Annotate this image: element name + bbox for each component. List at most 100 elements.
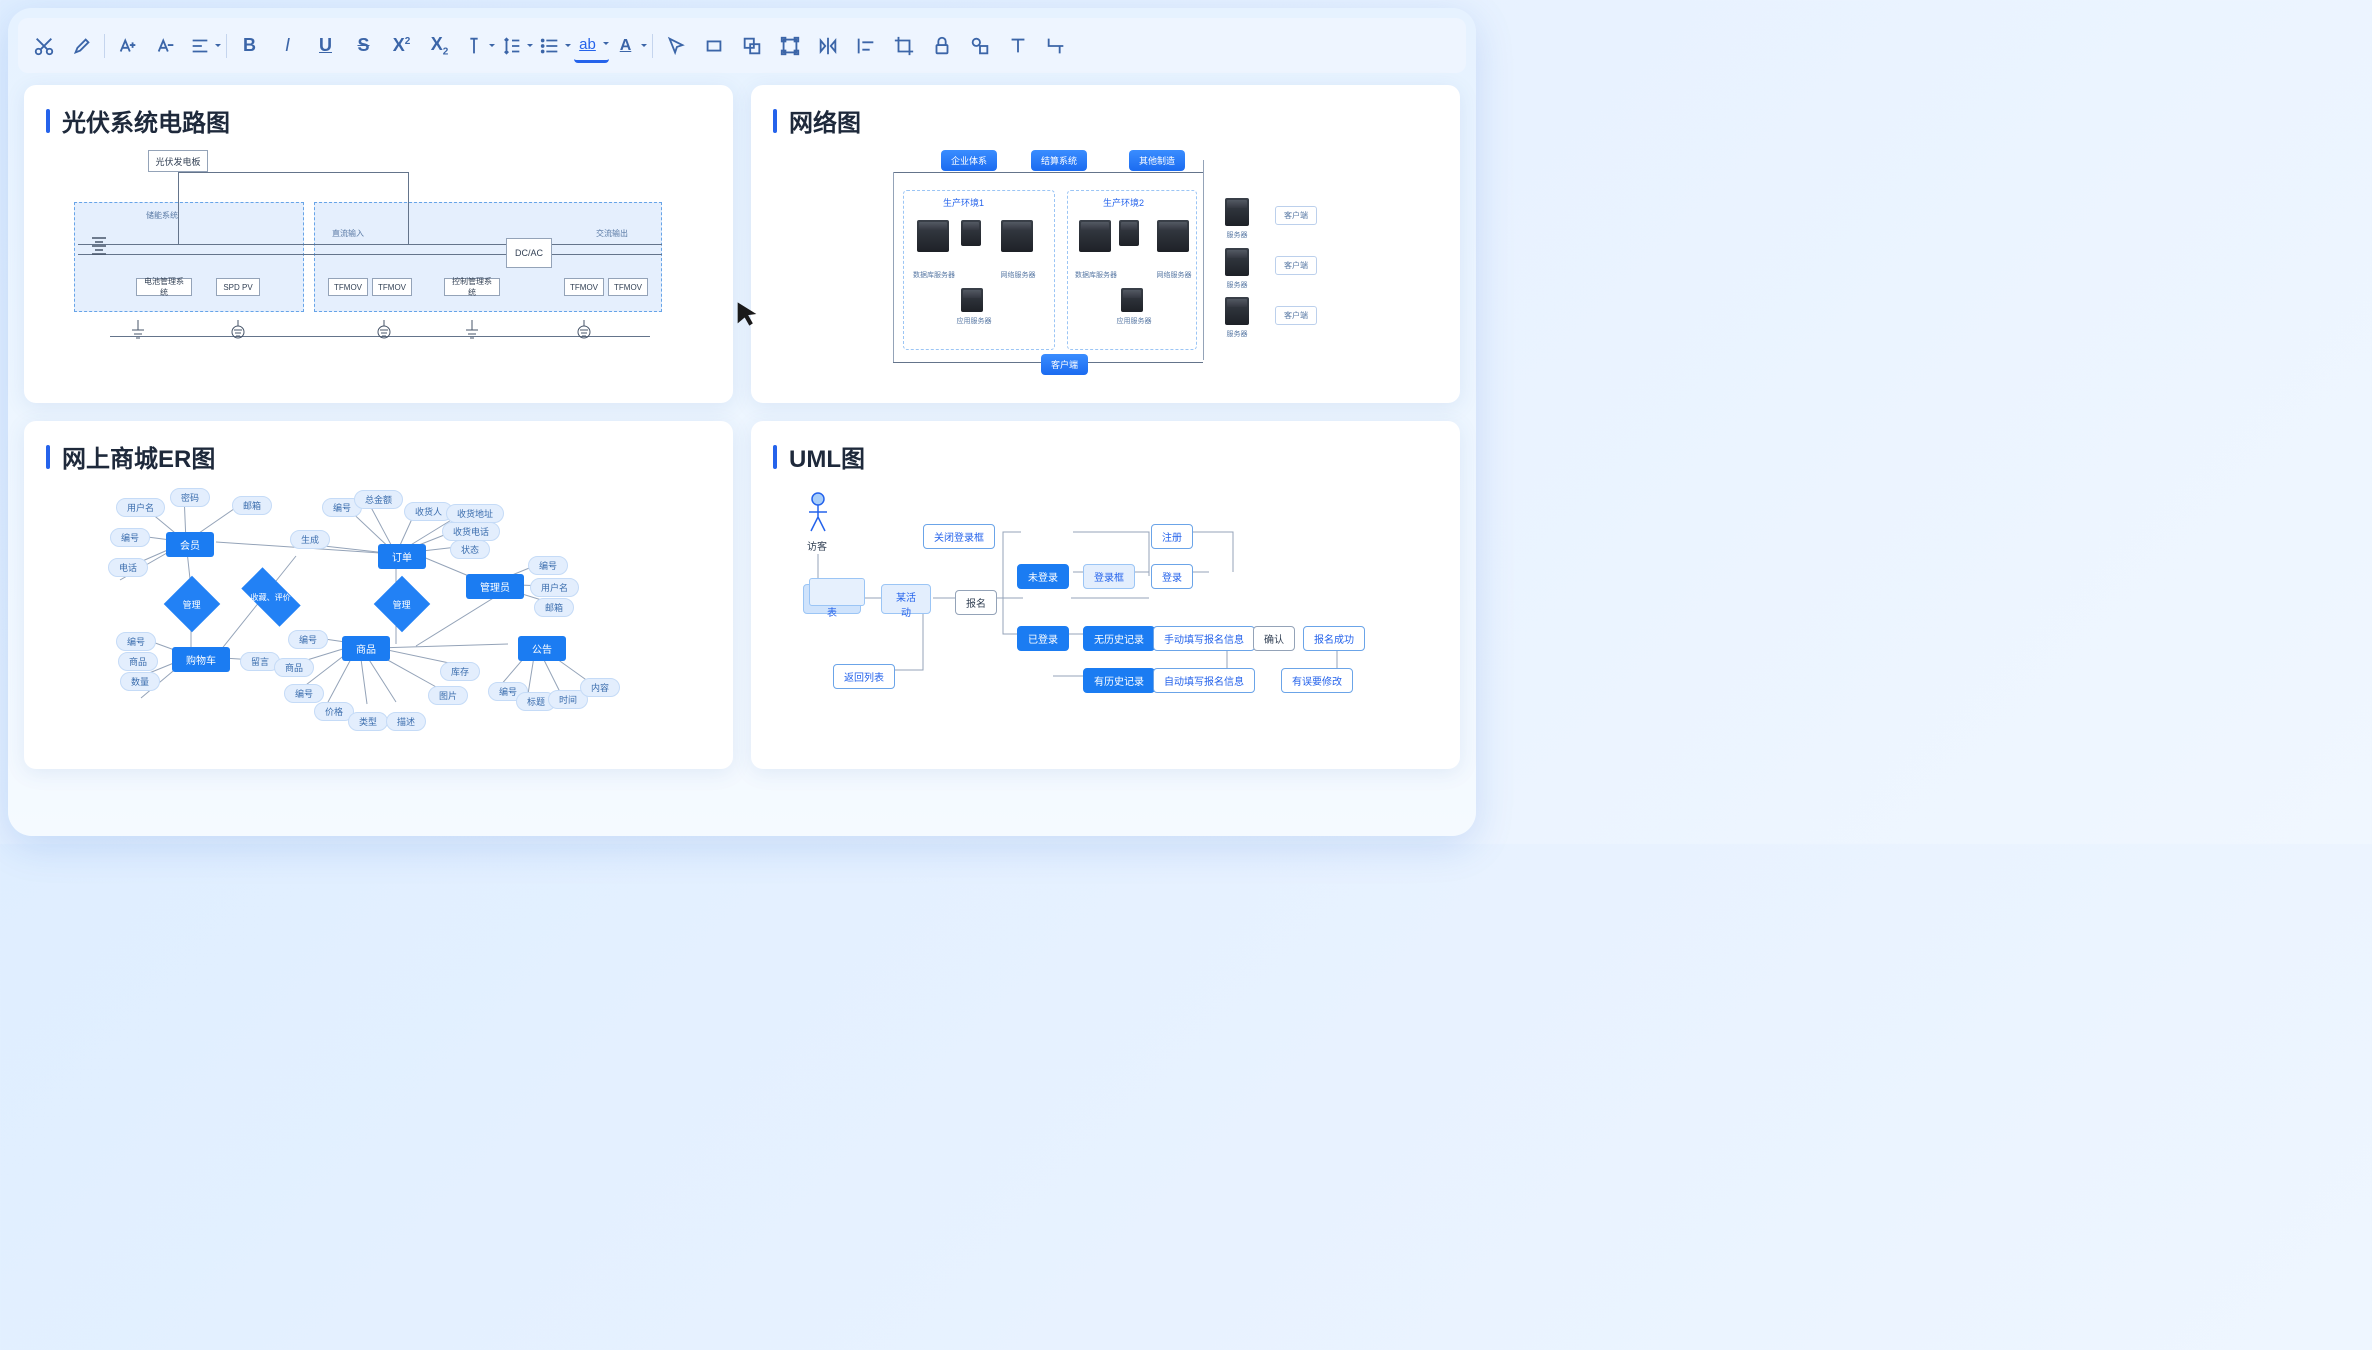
text-color-icon[interactable]: [460, 28, 495, 63]
cut-icon[interactable]: [26, 28, 61, 63]
uml-node: 已登录: [1017, 626, 1069, 651]
server-label: 数据库服务器: [1071, 270, 1121, 280]
net-node: 客户端: [1041, 354, 1088, 375]
card-title: UML图: [773, 439, 1438, 474]
server-label: 网络服务器: [993, 270, 1043, 280]
circuit-node: TFMOV: [372, 278, 412, 296]
er-entity: 会员: [166, 532, 214, 557]
uml-diagram-card[interactable]: UML图 访客 活动列表 某活动 返回列表 关闭登录框 未登录 登录框 登录 注…: [751, 421, 1460, 769]
er-attr: 编号: [528, 556, 568, 575]
net-node: 客户端: [1275, 256, 1317, 275]
uml-node: 自动填写报名信息: [1153, 668, 1255, 693]
bold-icon[interactable]: B: [232, 28, 267, 63]
text-icon[interactable]: [1000, 28, 1035, 63]
list-icon[interactable]: [536, 28, 571, 63]
net-node: 企业体系: [941, 150, 997, 171]
er-attr: 邮箱: [534, 598, 574, 617]
net-node: 结算系统: [1031, 150, 1087, 171]
uml-node: 登录框: [1083, 564, 1135, 589]
er-diagram-card[interactable]: 网上商城ER图 会员 订单 管理员 购物车 商品 公告 管理 收藏、评价 管理 …: [24, 421, 733, 769]
canvas-area: 光伏系统电路图 光伏发电板 储能系统 直流输入 交流输出 DC/AC 电池管理系…: [18, 85, 1466, 769]
uml-node: 确认: [1253, 626, 1295, 651]
uml-node: 有历史记录: [1083, 668, 1155, 693]
strikethrough-icon[interactable]: S: [346, 28, 381, 63]
uml-node: 关闭登录框: [923, 524, 995, 549]
uml-node: 登录: [1151, 564, 1193, 589]
zone-label: 生产环境2: [1103, 196, 1144, 209]
er-entity: 购物车: [172, 647, 230, 672]
italic-icon[interactable]: I: [270, 28, 305, 63]
toolbar: B I U S X2 X2 ab A: [18, 18, 1466, 73]
er-entity: 商品: [342, 636, 390, 661]
server-icon: [961, 288, 983, 312]
server-icon: [1225, 198, 1249, 226]
rect-icon[interactable]: [696, 28, 731, 63]
er-attr: 商品: [274, 658, 314, 677]
er-attr: 库存: [440, 662, 480, 681]
uml-node: 注册: [1151, 524, 1193, 549]
server-icon: [1225, 297, 1249, 325]
net-node: 客户端: [1275, 206, 1317, 225]
er-attr: 数量: [120, 672, 160, 691]
circuit-node: SPD PV: [216, 278, 260, 296]
lock-icon[interactable]: [924, 28, 959, 63]
circuit-node: 控制管理系统: [444, 278, 500, 296]
er-attr: 编号: [110, 528, 150, 547]
server-icon: [1001, 220, 1033, 252]
circuit-node: TFMOV: [608, 278, 648, 296]
circuit-node: 电池管理系统: [136, 278, 192, 296]
brush-icon[interactable]: [64, 28, 99, 63]
er-attr: 用户名: [116, 498, 165, 517]
uml-node-shadow: [809, 578, 865, 606]
server-icon: [1121, 288, 1143, 312]
er-attr: 邮箱: [232, 496, 272, 515]
er-entity: 公告: [518, 636, 566, 661]
shapes-icon[interactable]: [962, 28, 997, 63]
connector-icon[interactable]: [1038, 28, 1073, 63]
card-title: 光伏系统电路图: [46, 103, 711, 138]
line-height-icon[interactable]: [498, 28, 533, 63]
er-entity: 订单: [378, 544, 426, 569]
zone-label: 生产环境1: [943, 196, 984, 209]
er-attr: 总金额: [354, 490, 403, 509]
server-icon: [1225, 248, 1249, 276]
font-increase-icon[interactable]: [110, 28, 145, 63]
server-label: 应用服务器: [949, 316, 999, 326]
font-decrease-icon[interactable]: [148, 28, 183, 63]
superscript-icon[interactable]: X2: [384, 28, 419, 63]
underline-icon[interactable]: U: [308, 28, 343, 63]
bounding-box-icon[interactable]: [772, 28, 807, 63]
server-label: 服务器: [1215, 329, 1259, 339]
text-highlight-icon[interactable]: ab: [574, 28, 609, 63]
er-attr: 生成: [290, 530, 330, 549]
er-entity: 管理员: [466, 574, 524, 599]
uml-node: 报名: [955, 590, 997, 615]
font-underline-icon[interactable]: A: [612, 28, 647, 63]
circuit-diagram-card[interactable]: 光伏系统电路图 光伏发电板 储能系统 直流输入 交流输出 DC/AC 电池管理系…: [24, 85, 733, 403]
crop-icon[interactable]: [886, 28, 921, 63]
uml-node: 未登录: [1017, 564, 1069, 589]
card-title: 网络图: [773, 103, 1438, 138]
network-diagram-card[interactable]: 网络图 企业体系 结算系统 其他制造 生产环境1 生产环境2 数据库服务器 网络…: [751, 85, 1460, 403]
er-attr: 商品: [118, 652, 158, 671]
er-attr: 内容: [580, 678, 620, 697]
subscript-icon[interactable]: X2: [422, 28, 457, 63]
server-icon: [1079, 220, 1111, 252]
flip-horizontal-icon[interactable]: [810, 28, 845, 63]
server-label: 网络服务器: [1149, 270, 1199, 280]
align-icon[interactable]: [186, 28, 221, 63]
net-node: 其他制造: [1129, 150, 1185, 171]
server-label: 服务器: [1215, 230, 1259, 240]
net-node: 客户端: [1275, 306, 1317, 325]
er-attr: 收货电话: [442, 522, 500, 541]
pointer-icon[interactable]: [658, 28, 693, 63]
zone-label: 储能系统: [146, 210, 178, 221]
uml-node: 某活动: [881, 584, 931, 614]
uml-node: 报名成功: [1303, 626, 1365, 651]
group-icon[interactable]: [734, 28, 769, 63]
server-icon: [917, 220, 949, 252]
zone-label: 交流输出: [596, 228, 628, 239]
align-horizontal-icon[interactable]: [848, 28, 883, 63]
uml-node: 返回列表: [833, 664, 895, 689]
server-label: 数据库服务器: [909, 270, 959, 280]
